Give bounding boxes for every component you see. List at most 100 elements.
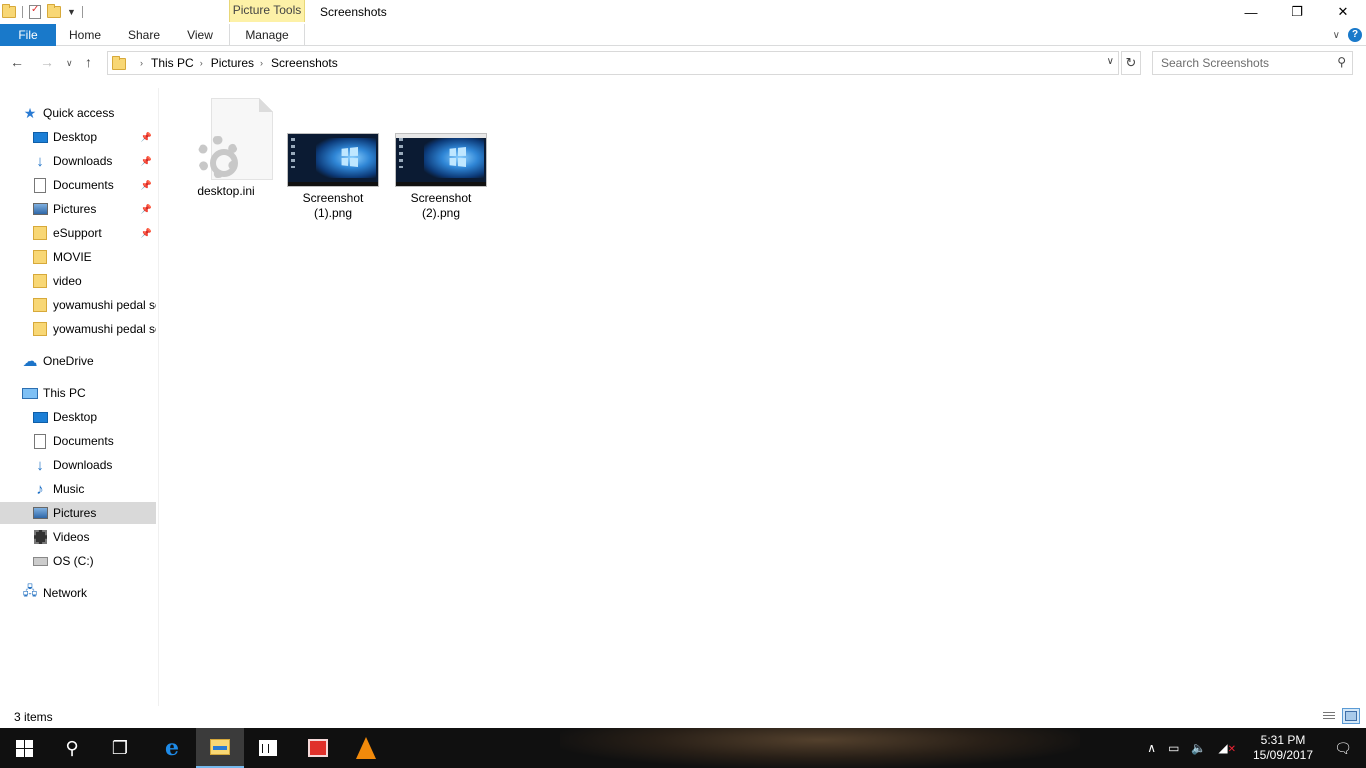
breadcrumb-separator[interactable]: › bbox=[200, 58, 203, 68]
file-item-screenshot-2[interactable]: Screenshot (2).png bbox=[393, 133, 489, 221]
edge-taskbar-button[interactable]: e bbox=[148, 728, 196, 768]
tab-file[interactable]: File bbox=[0, 24, 56, 46]
settings-file-icon bbox=[195, 98, 257, 186]
nav-item-pc-videos[interactable]: Videos bbox=[0, 526, 156, 548]
nav-item-movie[interactable]: MOVIE bbox=[0, 246, 156, 268]
toolbar-divider bbox=[82, 6, 83, 18]
tab-view[interactable]: View bbox=[180, 24, 220, 46]
file-explorer-taskbar-button[interactable] bbox=[196, 728, 244, 768]
tab-manage[interactable]: Manage bbox=[229, 24, 305, 46]
clock[interactable]: 5:31 PM 15/09/2017 bbox=[1246, 733, 1320, 763]
address-dropdown-icon[interactable]: ∨ bbox=[1107, 56, 1114, 67]
folder-icon bbox=[32, 225, 48, 241]
computer-icon bbox=[22, 385, 38, 401]
search-icon: ⚲ bbox=[65, 738, 78, 759]
search-icon[interactable]: ⚲ bbox=[1337, 55, 1346, 69]
network-disconnected-icon[interactable]: ◢✕ bbox=[1218, 741, 1236, 755]
back-arrow-icon[interactable]: ← bbox=[10, 54, 24, 70]
nav-label: Desktop bbox=[53, 410, 97, 424]
clock-date: 15/09/2017 bbox=[1246, 748, 1320, 763]
nav-label: yowamushi pedal se bbox=[53, 322, 156, 336]
nav-item-yowamushi-2[interactable]: yowamushi pedal se bbox=[0, 318, 156, 340]
breadcrumb-pictures[interactable]: Pictures bbox=[211, 56, 254, 70]
refresh-button[interactable]: ↻ bbox=[1121, 51, 1141, 75]
status-bar: 3 items bbox=[0, 706, 1366, 728]
nav-quick-access[interactable]: ★ Quick access bbox=[22, 102, 156, 124]
restore-button[interactable]: ❐ bbox=[1274, 0, 1320, 24]
nav-item-downloads[interactable]: ↓ Downloads 📌 bbox=[0, 150, 156, 172]
breadcrumb-this-pc[interactable]: This PC bbox=[151, 56, 194, 70]
recent-locations-icon[interactable]: ∨ bbox=[66, 58, 73, 69]
vlc-taskbar-button[interactable] bbox=[342, 728, 390, 768]
new-folder-icon[interactable] bbox=[47, 6, 61, 18]
file-name: Screenshot (1).png bbox=[285, 191, 381, 221]
address-bar[interactable]: › This PC › Pictures › Screenshots ∨ bbox=[107, 51, 1119, 75]
large-icons-view-button[interactable] bbox=[1342, 708, 1360, 724]
details-view-button[interactable] bbox=[1320, 708, 1338, 724]
file-name: desktop.ini bbox=[178, 184, 274, 199]
up-arrow-icon[interactable]: ↑ bbox=[85, 54, 92, 70]
nav-onedrive[interactable]: ☁ OneDrive bbox=[22, 350, 156, 372]
nav-item-pc-downloads[interactable]: ↓ Downloads bbox=[0, 454, 156, 476]
windows-logo-icon bbox=[342, 147, 358, 167]
gift-app-taskbar-button[interactable] bbox=[294, 728, 342, 768]
task-view-icon: ❐ bbox=[112, 738, 128, 759]
nav-network[interactable]: 🖧 Network bbox=[22, 582, 156, 604]
nav-item-esupport[interactable]: eSupport 📌 bbox=[0, 222, 156, 244]
nav-item-pictures[interactable]: Pictures 📌 bbox=[0, 198, 156, 220]
task-view-button[interactable]: ❐ bbox=[96, 728, 144, 768]
customize-toolbar-icon[interactable]: ▼ bbox=[67, 7, 76, 17]
show-hidden-icons-chevron-icon[interactable]: ∧ bbox=[1147, 741, 1156, 755]
pictures-icon bbox=[32, 505, 48, 521]
nav-label: Downloads bbox=[53, 154, 112, 168]
breadcrumb-screenshots[interactable]: Screenshots bbox=[271, 56, 338, 70]
nav-item-pc-documents[interactable]: Documents bbox=[0, 430, 156, 452]
action-center-button[interactable]: 🗨 bbox=[1320, 740, 1366, 757]
minimize-button[interactable]: — bbox=[1228, 0, 1274, 24]
chevron-down-icon[interactable]: ∨ bbox=[1333, 30, 1340, 41]
film-icon bbox=[32, 529, 48, 545]
search-box[interactable]: ⚲ bbox=[1152, 51, 1353, 75]
nav-item-pc-os-c[interactable]: OS (C:) bbox=[0, 550, 156, 572]
tab-home[interactable]: Home bbox=[62, 24, 108, 46]
folder-icon bbox=[112, 58, 126, 70]
file-item-desktop-ini[interactable]: desktop.ini bbox=[178, 98, 274, 199]
nav-item-documents[interactable]: Documents 📌 bbox=[0, 174, 156, 196]
gear-icon bbox=[197, 136, 239, 178]
taskbar: ⚲ ❐ e ∧ ▭ 🔈 ◢✕ 5:31 PM 15/09/2017 🗨 bbox=[0, 728, 1366, 768]
volume-icon[interactable]: 🔈 bbox=[1191, 741, 1206, 755]
nav-item-pc-desktop[interactable]: Desktop bbox=[0, 406, 156, 428]
search-input[interactable] bbox=[1153, 52, 1323, 74]
nav-item-desktop[interactable]: Desktop 📌 bbox=[0, 126, 156, 148]
start-button[interactable] bbox=[0, 728, 48, 768]
battery-icon[interactable]: ▭ bbox=[1168, 741, 1179, 755]
help-icon[interactable]: ? bbox=[1348, 28, 1362, 42]
breadcrumb-separator[interactable]: › bbox=[260, 58, 263, 68]
toolbar-divider bbox=[22, 6, 23, 18]
large-icons-view-icon bbox=[1345, 711, 1357, 721]
forward-arrow-icon[interactable]: → bbox=[40, 54, 54, 70]
tab-share[interactable]: Share bbox=[122, 24, 166, 46]
properties-icon[interactable] bbox=[29, 5, 41, 19]
file-item-screenshot-1[interactable]: Screenshot (1).png bbox=[285, 133, 381, 221]
close-button[interactable]: ✕ bbox=[1320, 0, 1366, 24]
folder-icon bbox=[32, 297, 48, 313]
breadcrumb-separator[interactable]: › bbox=[140, 58, 143, 68]
nav-label: Pictures bbox=[53, 506, 96, 520]
nav-item-pc-music[interactable]: ♪ Music bbox=[0, 478, 156, 500]
quick-access-toolbar: ▼ bbox=[2, 3, 83, 21]
file-name-line2: (1).png bbox=[314, 206, 352, 220]
file-list: desktop.ini Screenshot (1).png Screensho… bbox=[159, 88, 1366, 706]
pictures-icon bbox=[32, 201, 48, 217]
nav-label: Quick access bbox=[43, 106, 114, 120]
search-button[interactable]: ⚲ bbox=[48, 728, 96, 768]
window-title: Screenshots bbox=[320, 5, 387, 19]
nav-this-pc[interactable]: This PC bbox=[22, 382, 156, 404]
file-name-line2: (2).png bbox=[422, 206, 460, 220]
nav-item-video[interactable]: video bbox=[0, 270, 156, 292]
clock-time: 5:31 PM bbox=[1246, 733, 1320, 748]
store-taskbar-button[interactable] bbox=[244, 728, 292, 768]
nav-item-pc-pictures[interactable]: Pictures bbox=[0, 502, 156, 524]
nav-item-yowamushi-1[interactable]: yowamushi pedal se bbox=[0, 294, 156, 316]
pin-icon: 📌 bbox=[141, 204, 152, 215]
